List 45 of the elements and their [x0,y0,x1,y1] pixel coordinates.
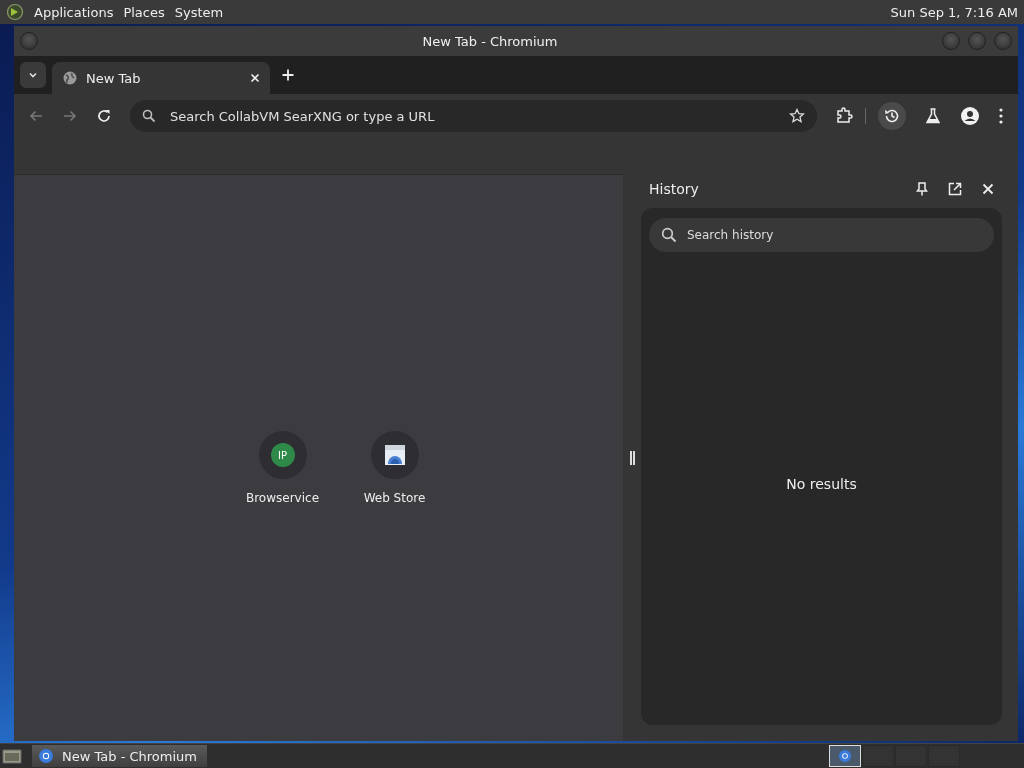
tab-search-button[interactable] [20,62,46,88]
workspace-switcher-cell[interactable] [862,745,894,767]
search-icon [142,109,156,123]
history-button[interactable] [878,102,906,130]
panel-menu[interactable]: System [174,4,224,20]
search-history-field[interactable]: Search history [649,218,994,252]
show-desktop-icon[interactable] [2,747,22,765]
search-icon [661,227,677,243]
panel-menu[interactable]: Places [123,4,165,20]
shortcut-tile[interactable]: IP Browservice [226,423,339,513]
pin-icon[interactable] [916,182,928,196]
taskbar-task[interactable]: New Tab - Chromium [32,745,207,767]
close-icon[interactable] [982,183,994,195]
forward-icon[interactable] [62,108,78,124]
browser-tab[interactable]: New Tab [52,62,270,94]
workspace-switcher-cell[interactable] [895,745,927,767]
address-bar[interactable]: Search CollabVM SearXNG or type a URL [130,100,817,132]
clock[interactable]: Sun Sep 1, 7:16 AM [890,4,1018,20]
panel-menu[interactable]: Applications [34,4,114,20]
site-favicon: IP [270,443,295,467]
new-tab-icon[interactable] [282,69,294,81]
globe-icon [62,70,78,86]
side-panel-title: History [649,181,700,197]
open-new-tab-icon[interactable] [948,182,962,196]
profile-icon[interactable] [960,106,980,126]
window-title: New Tab - Chromium [421,33,559,49]
chevron-down-icon [28,70,38,80]
back-icon[interactable] [28,108,44,124]
url-input[interactable]: Search CollabVM SearXNG or type a URL [168,107,777,125]
flask-icon[interactable] [924,107,942,125]
close-tab-icon[interactable] [250,73,260,83]
workspace-switcher-cell[interactable] [928,745,960,767]
search-input[interactable]: Search history [685,227,982,243]
history-icon [883,107,901,125]
shortcut-tile[interactable]: Web Store [338,423,451,513]
store-icon [383,444,406,466]
bookmark-star-icon[interactable] [789,108,805,124]
browser-icon [838,749,852,763]
distro-logo-icon[interactable] [6,3,24,21]
browser-icon [38,748,54,764]
extensions-icon[interactable] [835,107,853,125]
reload-icon[interactable] [96,108,112,124]
resize-handle[interactable] [629,450,635,465]
menu-icon[interactable] [998,107,1004,125]
empty-message: No results [786,475,857,492]
